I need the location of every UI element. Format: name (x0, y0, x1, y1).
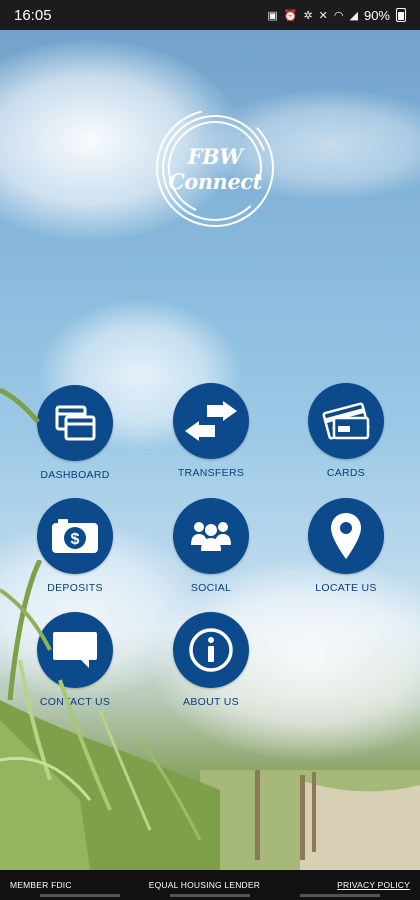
tile-social[interactable]: SOCIAL (146, 498, 276, 594)
signal-icon: ◢ (349, 9, 358, 22)
grass-leaf-left (0, 387, 40, 424)
settings-icon: ✲ (303, 9, 313, 22)
status-bar: 16:05 ▣ ⏰ ✲ ✕ ◠ ◢ 90% (0, 0, 420, 30)
cards-button[interactable] (308, 383, 384, 459)
wifi-icon: ◠ (333, 9, 344, 22)
tile-cards[interactable]: CARDS (281, 383, 411, 479)
cards-icon (322, 402, 370, 440)
dashboard-button[interactable] (37, 385, 113, 461)
about-us-button[interactable] (173, 612, 249, 688)
status-time: 16:05 (14, 6, 52, 24)
privacy-policy-link[interactable]: PRIVACY POLICY (337, 880, 410, 890)
tile-transfers[interactable]: TRANSFERS (146, 383, 276, 479)
transfer-arrows-icon (185, 401, 237, 441)
map-pin-icon (331, 513, 361, 559)
alarm-icon: ⏰ (283, 9, 298, 22)
battery-percent: 90% (363, 7, 390, 23)
notification-icon: ▣ (267, 9, 278, 22)
tile-label: LOCATE US (315, 582, 377, 594)
tile-label: ABOUT US (183, 696, 239, 708)
battery-icon (396, 8, 406, 22)
tile-locate-us[interactable]: LOCATE US (281, 498, 411, 594)
status-icons: ▣ ⏰ ✲ ✕ ◠ ◢ 90% (267, 8, 406, 23)
tile-about-us[interactable]: ABOUT US (146, 612, 276, 708)
tile-label: SOCIAL (190, 582, 232, 594)
locate-us-button[interactable] (308, 498, 384, 574)
transfers-button[interactable] (173, 383, 249, 459)
svg-text:$: $ (71, 531, 80, 548)
equal-housing-lender: EQUAL HOUSING LENDER (148, 880, 261, 890)
system-nav-bar (40, 894, 380, 897)
app-logo: FBW Connect (145, 108, 285, 234)
camera-dollar-icon: $ (52, 519, 98, 553)
mute-icon: ✕ (318, 9, 328, 22)
people-icon (191, 522, 231, 551)
tile-label: DASHBOARD (40, 469, 110, 481)
logo-text: FBW Connect (168, 144, 262, 194)
tile-label: CARDS (326, 467, 366, 479)
grass-leaf-left (0, 560, 52, 700)
tile-label: TRANSFERS (177, 467, 245, 479)
social-button[interactable] (173, 498, 249, 574)
member-fdic: MEMBER FDIC (10, 880, 72, 890)
app-screen: 16:05 ▣ ⏰ ✲ ✕ ◠ ◢ 90% FBW Connect DASHBO… (0, 0, 420, 900)
dashboard-icon (55, 405, 96, 441)
info-icon (189, 628, 233, 672)
